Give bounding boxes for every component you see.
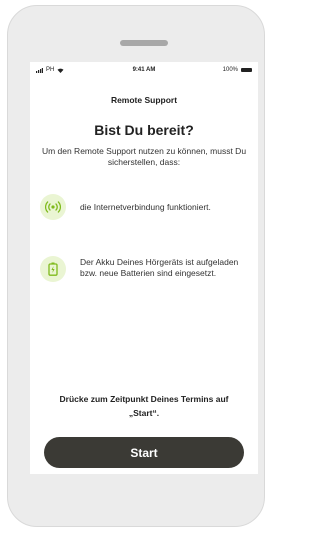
battery-charging-icon: [48, 262, 58, 276]
page-heading: Bist Du bereit?: [94, 122, 194, 138]
status-bar: PH 9:41 AM 100%: [30, 62, 258, 78]
icon-circle: [40, 194, 66, 220]
intro-text: Um den Remote Support nutzen zu können, …: [41, 146, 247, 167]
app-screen: PH 9:41 AM 100% Remote Support Bist Du b…: [30, 62, 258, 474]
checklist-item-battery: Der Akku Deines Hörgeräts ist aufgeladen…: [40, 256, 252, 282]
wireless-signal-icon: [45, 201, 61, 213]
phone-speaker: [120, 40, 168, 46]
icon-circle: [40, 256, 66, 282]
footer-note: Drücke zum Zeitpunkt Deines Termins auf …: [59, 394, 229, 418]
battery-icon: [241, 68, 252, 72]
battery-percentage: 100%: [222, 67, 238, 73]
checklist-text: die Internetverbindung funktioniert.: [80, 202, 211, 212]
nav-title: Remote Support: [110, 95, 178, 105]
checklist-text: Der Akku Deines Hörgeräts ist aufgeladen…: [80, 257, 239, 278]
phone-frame: PH 9:41 AM 100% Remote Support Bist Du b…: [7, 5, 265, 527]
start-button[interactable]: Start: [44, 437, 244, 468]
status-right: 100%: [223, 67, 252, 73]
checklist-item-internet: die Internetverbindung funktioniert.: [40, 194, 252, 220]
